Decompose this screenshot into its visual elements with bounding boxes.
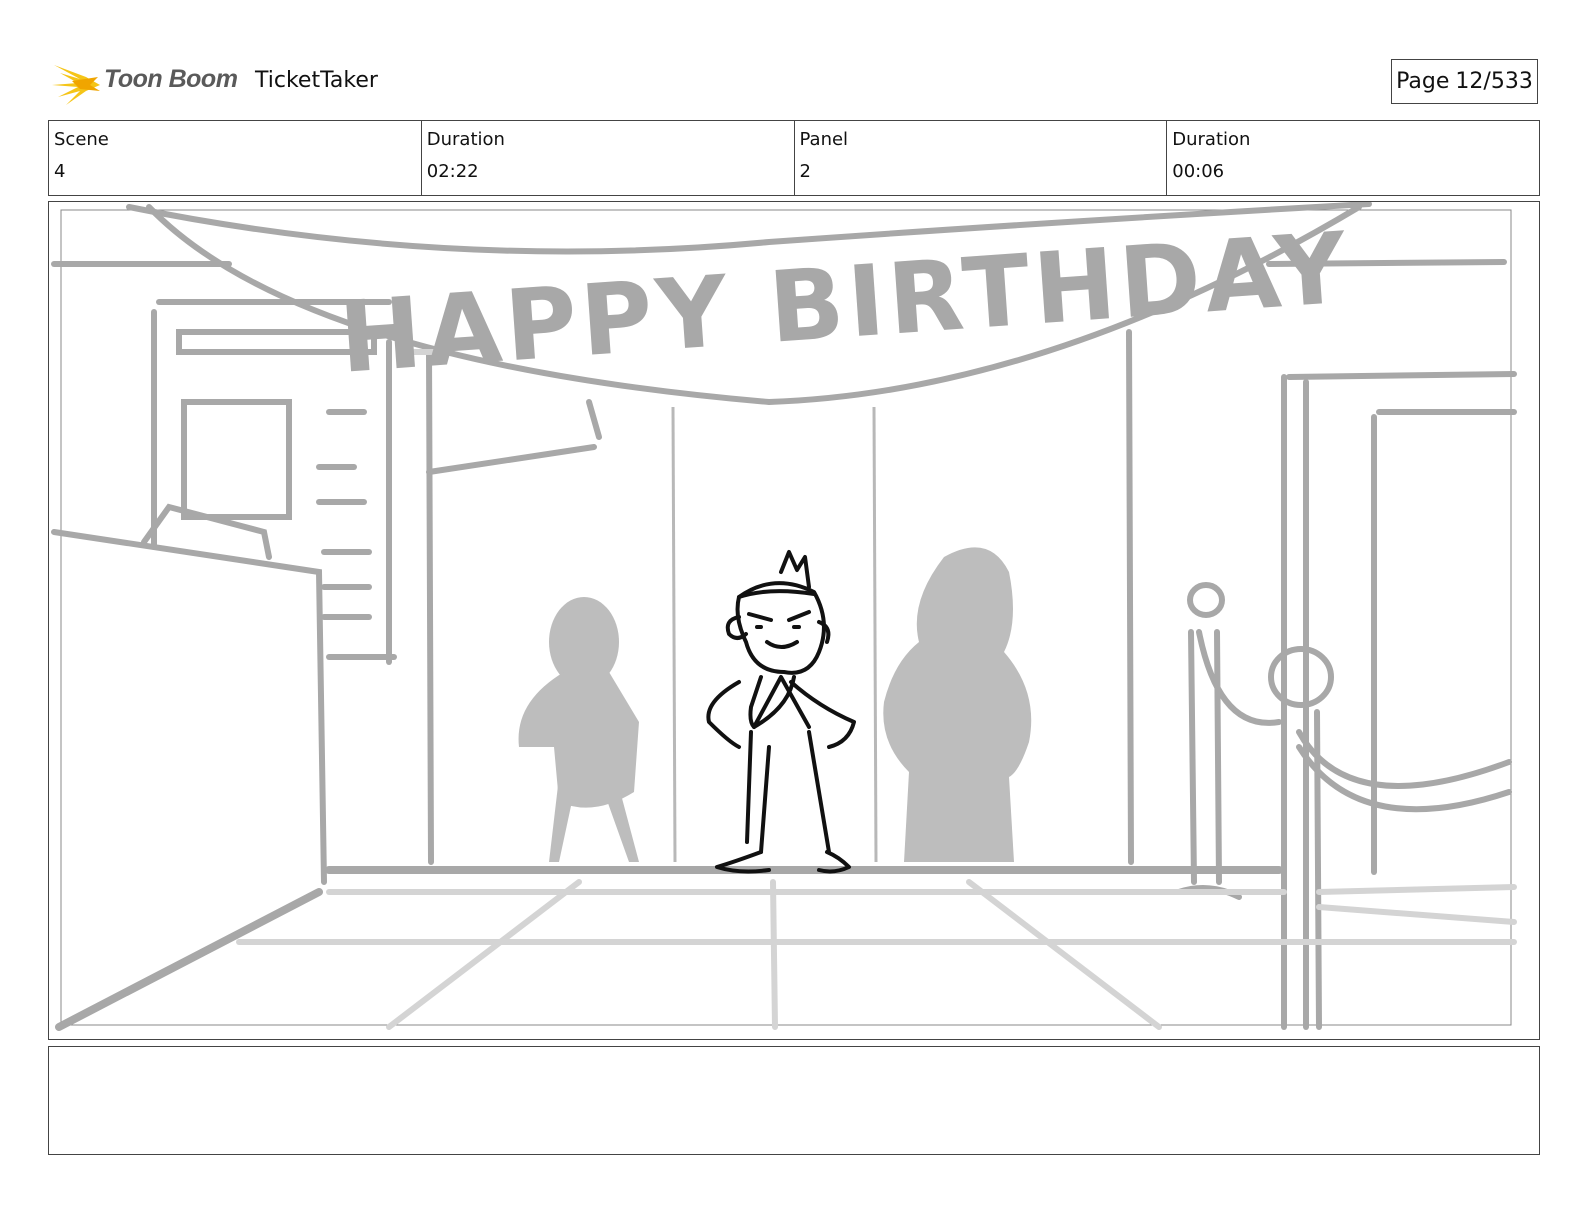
page-indicator: Page 12/533 [1391, 59, 1538, 104]
panel-duration-cell: Duration 00:06 [1167, 121, 1539, 195]
panel-duration-label: Duration [1172, 129, 1251, 150]
panel-duration-value: 00:06 [1172, 161, 1225, 182]
storyboard-header: Toon Boom TicketTaker [50, 55, 1540, 109]
starburst-icon [52, 65, 100, 105]
toon-boom-logo: Toon Boom [50, 55, 250, 109]
panel-value: 2 [799, 161, 811, 182]
scene-info-table: Scene 4 Duration 02:22 Panel 2 Duration … [48, 120, 1540, 196]
scene-label: Scene [54, 129, 109, 150]
scene-duration-value: 02:22 [426, 161, 479, 182]
panel-cell: Panel 2 [795, 121, 1168, 195]
logo-wordmark: Toon Boom [104, 65, 238, 93]
girl-silhouette [518, 597, 639, 862]
panel-notes [48, 1046, 1540, 1155]
page-label: Page [1396, 69, 1450, 94]
man-silhouette [883, 547, 1032, 862]
storyboard-panel: HAPPY BIRTHDAY [48, 201, 1540, 1040]
project-title: TicketTaker [255, 68, 378, 93]
panel-sketch: HAPPY BIRTHDAY [51, 202, 1517, 1031]
scene-cell: Scene 4 [49, 121, 422, 195]
scene-duration-cell: Duration 02:22 [422, 121, 795, 195]
page-number: 12/533 [1455, 69, 1533, 94]
ticket-taker-character [706, 550, 856, 874]
panel-label: Panel [799, 129, 849, 150]
scene-value: 4 [54, 161, 66, 182]
scene-duration-label: Duration [426, 129, 505, 150]
